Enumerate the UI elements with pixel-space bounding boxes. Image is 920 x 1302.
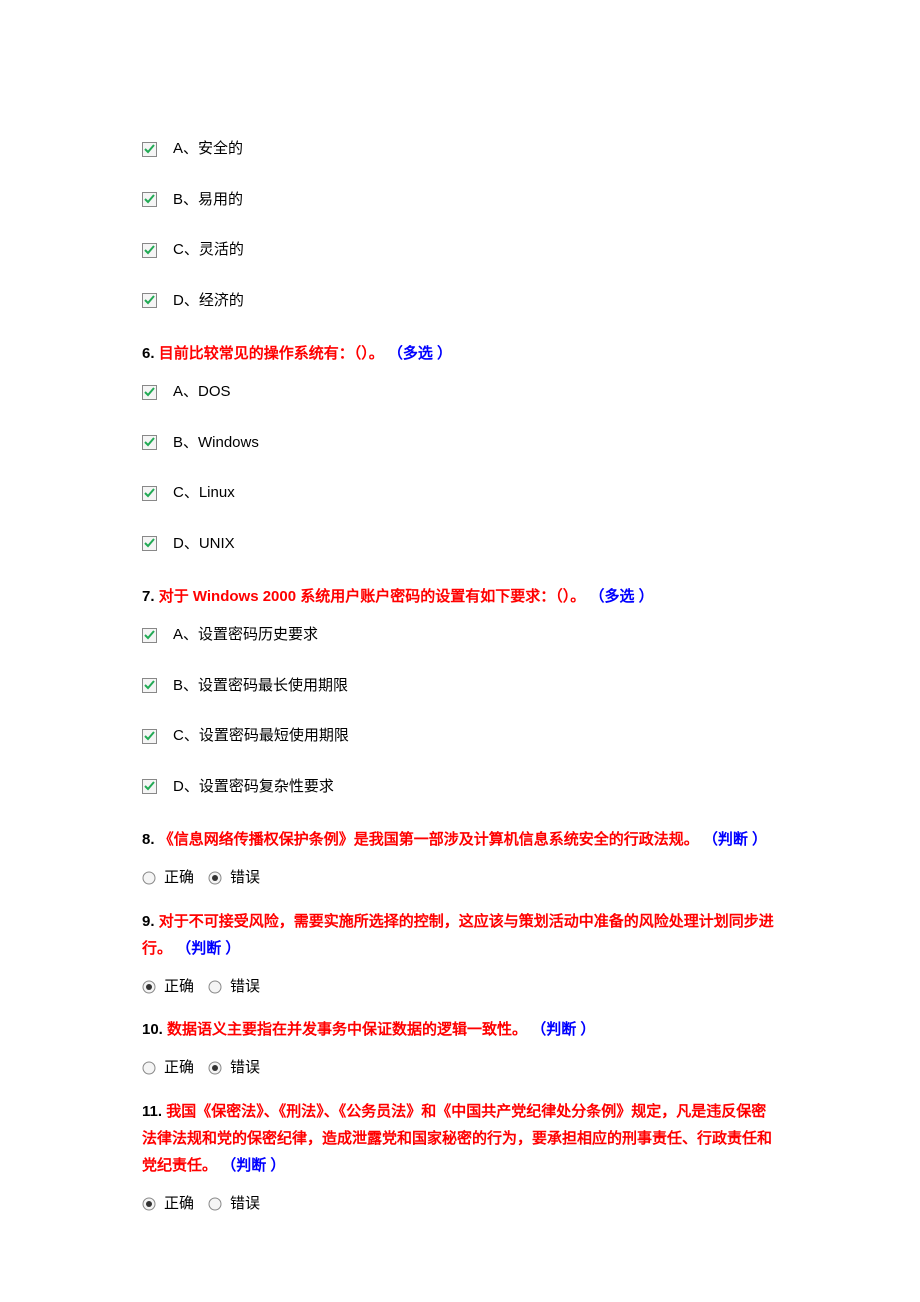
option-label: B、Windows (173, 432, 259, 455)
option-label: A、设置密码历史要求 (173, 624, 318, 647)
q6-option-c: C、Linux (142, 482, 778, 505)
tf-true-label: 正确 (164, 1057, 194, 1080)
q-type: （判断 ） (703, 831, 767, 848)
q10-prompt: 10. 数据语义主要指在并发事务中保证数据的逻辑一致性。 （判断 ） (142, 1016, 778, 1043)
checkbox-icon[interactable] (142, 293, 157, 308)
q6-option-d: D、UNIX (142, 533, 778, 556)
q5-option-c: C、灵活的 (142, 239, 778, 262)
q11-tf: 正确 错误 (142, 1193, 778, 1216)
tf-true-label: 正确 (164, 976, 194, 999)
q-number: 6. (142, 345, 155, 362)
checkbox-icon[interactable] (142, 486, 157, 501)
checkbox-icon[interactable] (142, 243, 157, 258)
q-text: 数据语义主要指在并发事务中保证数据的逻辑一致性。 (167, 1021, 527, 1038)
option-label: C、设置密码最短使用期限 (173, 725, 349, 748)
q8-tf: 正确 错误 (142, 867, 778, 890)
q-type: （多选 ） (388, 345, 452, 362)
checkbox-icon[interactable] (142, 385, 157, 400)
q9-prompt: 9. 对于不可接受风险，需要实施所选择的控制，这应该与策划活动中准备的风险处理计… (142, 908, 778, 962)
q5-option-a: A、安全的 (142, 138, 778, 161)
checkbox-icon[interactable] (142, 192, 157, 207)
q7-option-d: D、设置密码复杂性要求 (142, 776, 778, 799)
radio-icon[interactable] (142, 1061, 156, 1075)
tf-false-label: 错误 (230, 1057, 260, 1080)
option-label: A、安全的 (173, 138, 243, 161)
q11-prompt: 11. 我国《保密法》、《刑法》、《公务员法》和《中国共产党纪律处分条例》规定，… (142, 1098, 778, 1179)
checkbox-icon[interactable] (142, 729, 157, 744)
q7-prompt: 7. 对于 Windows 2000 系统用户账户密码的设置有如下要求：（）。 … (142, 583, 778, 610)
option-label: B、易用的 (173, 189, 243, 212)
q6-option-b: B、Windows (142, 432, 778, 455)
q-type: （判断 ） (176, 940, 240, 957)
radio-icon[interactable] (208, 980, 222, 994)
q-number: 9. (142, 913, 155, 930)
q-type: （判断 ） (221, 1157, 285, 1174)
checkbox-icon[interactable] (142, 142, 157, 157)
option-label: D、设置密码复杂性要求 (173, 776, 334, 799)
option-label: C、灵活的 (173, 239, 244, 262)
checkbox-icon[interactable] (142, 779, 157, 794)
q-text: 目前比较常见的操作系统有：（）。 (159, 345, 384, 362)
q-type: （多选 ） (589, 588, 653, 605)
option-label: C、Linux (173, 482, 235, 505)
option-label: D、UNIX (173, 533, 235, 556)
tf-false-label: 错误 (230, 867, 260, 890)
q-number: 10. (142, 1021, 163, 1038)
radio-icon[interactable] (142, 871, 156, 885)
option-label: B、设置密码最长使用期限 (173, 675, 348, 698)
q6-prompt: 6. 目前比较常见的操作系统有：（）。 （多选 ） (142, 340, 778, 367)
q-number: 11. (142, 1103, 162, 1120)
tf-false-label: 错误 (230, 976, 260, 999)
option-label: A、DOS (173, 381, 231, 404)
checkbox-icon[interactable] (142, 536, 157, 551)
q7-option-a: A、设置密码历史要求 (142, 624, 778, 647)
tf-true-label: 正确 (164, 1193, 194, 1216)
radio-icon[interactable] (208, 1061, 222, 1075)
q-number: 7. (142, 588, 155, 605)
q8-prompt: 8. 《信息网络传播权保护条例》是我国第一部涉及计算机信息系统安全的行政法规。 … (142, 826, 778, 853)
q-text: 《信息网络传播权保护条例》是我国第一部涉及计算机信息系统安全的行政法规。 (159, 831, 699, 848)
q-text: 对于 Windows 2000 系统用户账户密码的设置有如下要求：（）。 (159, 588, 586, 605)
q7-option-c: C、设置密码最短使用期限 (142, 725, 778, 748)
q-number: 8. (142, 831, 155, 848)
tf-false-label: 错误 (230, 1193, 260, 1216)
radio-icon[interactable] (208, 871, 222, 885)
q9-tf: 正确 错误 (142, 976, 778, 999)
q-type: （判断 ） (531, 1021, 595, 1038)
q5-option-b: B、易用的 (142, 189, 778, 212)
q7-option-b: B、设置密码最长使用期限 (142, 675, 778, 698)
q5-option-d: D、经济的 (142, 290, 778, 313)
checkbox-icon[interactable] (142, 678, 157, 693)
option-label: D、经济的 (173, 290, 244, 313)
tf-true-label: 正确 (164, 867, 194, 890)
q6-option-a: A、DOS (142, 381, 778, 404)
radio-icon[interactable] (142, 1197, 156, 1211)
radio-icon[interactable] (142, 980, 156, 994)
radio-icon[interactable] (208, 1197, 222, 1211)
checkbox-icon[interactable] (142, 628, 157, 643)
checkbox-icon[interactable] (142, 435, 157, 450)
q10-tf: 正确 错误 (142, 1057, 778, 1080)
